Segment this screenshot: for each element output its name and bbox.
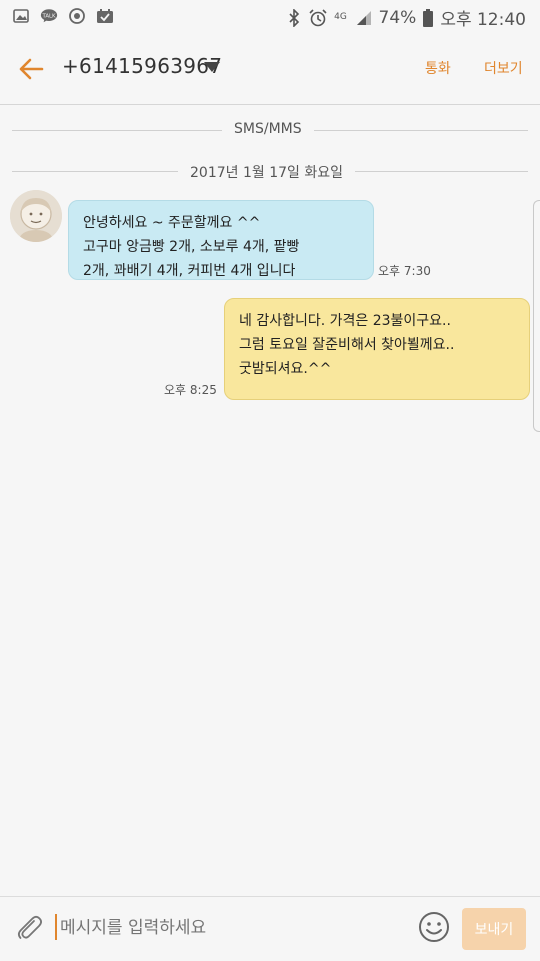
calendar-check-icon <box>96 7 114 25</box>
battery-icon <box>422 8 434 27</box>
clock: 오후 12:40 <box>440 10 526 30</box>
attach-button[interactable] <box>14 913 44 943</box>
message-composer: 보내기 <box>0 896 540 961</box>
message-input[interactable] <box>60 913 400 943</box>
status-bar: TALK 4G 74% 오후 12:40 <box>0 0 540 32</box>
smiley-icon <box>419 912 449 942</box>
date-label: 2017년 1월 17일 화요일 <box>178 162 355 182</box>
network-label: 4G <box>334 12 347 22</box>
back-arrow-icon <box>19 58 44 80</box>
alarm-icon <box>308 8 327 27</box>
conversation-header: +61415963967 통화 더보기 <box>0 32 540 105</box>
message-line: 그럼 토요일 잘준비해서 찾아뵐께요.. <box>239 337 455 353</box>
message-line: 안녕하세요 ~ 주문할께요 ^^ <box>83 215 261 231</box>
contact-number[interactable]: +61415963967 <box>62 54 222 78</box>
call-button[interactable]: 통화 <box>425 58 451 78</box>
message-line: 고구마 앙금빵 2개, 소보루 4개, 팥빵 <box>83 239 300 255</box>
svg-text:TALK: TALK <box>41 13 56 19</box>
bluetooth-icon <box>285 8 303 27</box>
person-avatar-icon <box>10 190 62 242</box>
message-line: 네 감사합니다. 가격은 23불이구요.. <box>239 313 451 329</box>
channel-label: SMS/MMS <box>222 121 314 137</box>
scroll-edge[interactable] <box>533 200 540 432</box>
sync-icon <box>68 7 86 25</box>
message-line: 2개, 꽈배기 4개, 커피번 4개 입니다 <box>83 263 296 279</box>
battery-percent: 74% <box>378 7 417 28</box>
incoming-message-time: 오후 7:30 <box>378 264 431 278</box>
message-line: 굿밤되셔요.^^ <box>239 361 332 377</box>
system-icons: 4G 74% 오후 12:40 <box>285 5 526 30</box>
back-button[interactable] <box>14 52 48 86</box>
signal-icon <box>355 9 373 27</box>
notification-icons: TALK <box>12 7 114 25</box>
outgoing-message-time: 오후 8:25 <box>164 383 217 397</box>
lte-icon: 4G <box>333 9 349 27</box>
avatar[interactable] <box>10 190 62 242</box>
text-cursor <box>55 914 57 940</box>
incoming-message-bubble[interactable]: 안녕하세요 ~ 주문할께요 ^^ 고구마 앙금빵 2개, 소보루 4개, 팥빵 … <box>68 200 374 280</box>
chevron-down-icon[interactable] <box>204 62 220 72</box>
outgoing-message-bubble[interactable]: 네 감사합니다. 가격은 23불이구요.. 그럼 토요일 잘준비해서 찾아뵐께요… <box>224 298 530 400</box>
paperclip-icon <box>17 915 43 939</box>
send-button[interactable]: 보내기 <box>462 908 526 950</box>
more-button[interactable]: 더보기 <box>484 58 523 78</box>
talk-icon: TALK <box>40 7 58 25</box>
emoji-button[interactable] <box>418 911 450 943</box>
gallery-icon <box>12 7 30 25</box>
